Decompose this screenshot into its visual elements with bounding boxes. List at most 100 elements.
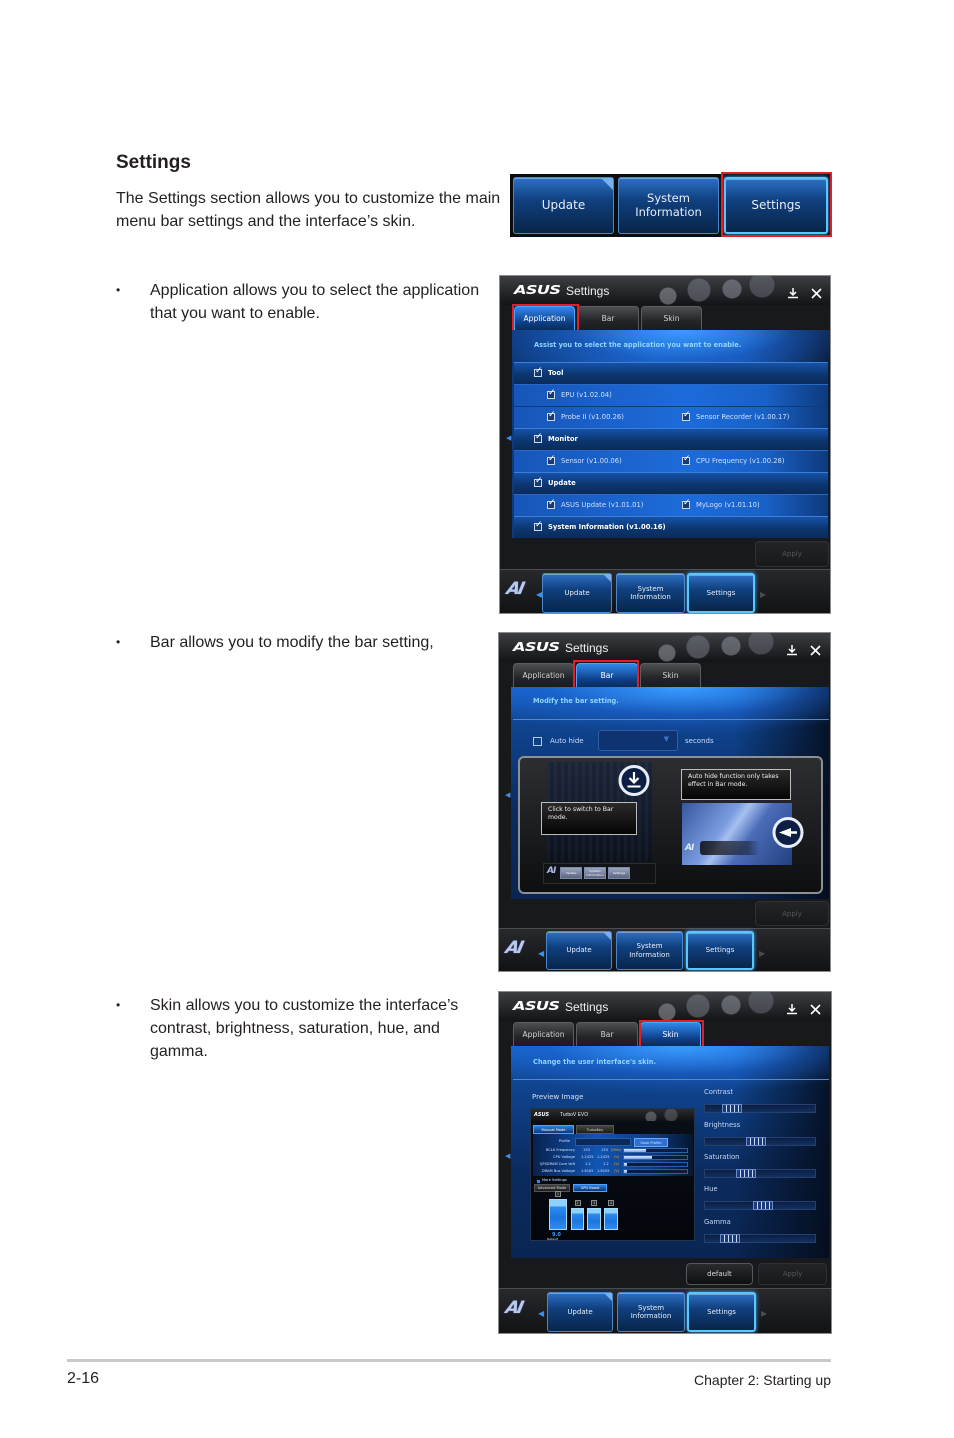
auto-hide-seconds-dropdown[interactable]: ▼ [598,730,678,751]
app-item-checkbox[interactable] [682,410,691,421]
bottom-system-information-button[interactable]: System Information [616,573,685,613]
skin-preview-image: ASUS TurboV EVO Manual Mode TurboKey Pro… [530,1108,695,1241]
app-group-checkbox[interactable] [534,520,543,531]
app-item-checkbox[interactable] [682,498,691,509]
app-group-checkbox[interactable] [534,432,543,443]
minimize-to-tray-icon[interactable] [787,284,799,299]
window-title-bar[interactable]: ASUS Settings [499,992,831,1021]
preview-tab-turbokey: TurboKey [576,1125,614,1134]
scroll-right-arrow-icon[interactable]: ▶ [761,1309,767,1318]
scroll-right-arrow-icon[interactable]: ▶ [760,590,766,599]
asus-logo: ASUS [514,283,561,297]
preview-bar [587,1208,601,1230]
auto-hide-checkbox[interactable] [533,737,542,746]
bullet-dot: • [116,998,121,1012]
update-button[interactable]: Update [513,177,614,234]
scroll-left-arrow-icon[interactable]: ◀ [538,949,544,958]
switch-to-bar-callout: Click to switch to Bar mode. [541,802,637,835]
preview-row-slider-fill [624,1156,653,1159]
apply-button[interactable]: Apply [758,1263,827,1285]
scroll-right-arrow-icon[interactable]: ▶ [759,949,765,958]
preview-row-label: CPU Voltage [553,1155,575,1159]
mini-ai-logo: AI [547,866,556,876]
switch-to-full-mode-icon[interactable] [772,816,804,853]
divider [513,719,829,720]
preview-asus-logo: ASUS [534,1112,550,1118]
mini-update-button: Update [560,867,582,879]
close-icon[interactable] [810,641,821,656]
preview-bar-label: 2 [574,1200,581,1206]
app-group-label: System Information (v1.00.16) [548,523,666,531]
scroll-left-arrow-icon[interactable]: ◀ [538,1309,544,1318]
app-item-checkbox[interactable] [547,410,556,421]
saturation-slider[interactable] [704,1169,816,1178]
bottom-update-button[interactable]: Update [542,573,612,613]
close-icon[interactable] [811,284,822,299]
apply-button[interactable]: Apply [755,541,829,567]
app-item-row: EPU (v1.02.04) [514,384,828,406]
collapse-left-arrow-icon[interactable]: ◀ [505,1152,510,1160]
bottom-system-information-button[interactable]: System Information [616,931,683,970]
preview-profile-label: Profile [558,1139,570,1143]
preview-bar-column: 1 [549,1191,567,1230]
window-title-bar[interactable]: ASUS Settings [500,276,830,305]
gamma-slider[interactable] [704,1234,816,1243]
preview-row-label: DRAM Bus Voltage [541,1169,575,1173]
preview-row-target: 1.2 [603,1162,609,1166]
system-information-button[interactable]: System Information [618,177,719,234]
app-group-checkbox[interactable] [534,366,543,377]
settings-window-skin: ASUS Settings Application Bar Skin Chang… [498,991,832,1334]
new-update-badge-icon [603,574,611,582]
brightness-slider[interactable] [704,1137,816,1146]
preview-row-slider-fill [624,1149,647,1152]
app-item-checkbox[interactable] [547,498,556,509]
preview-bar-label: 3 [591,1200,597,1206]
tab-application[interactable]: Application [513,663,574,687]
switch-to-bar-mode-icon[interactable] [618,764,650,801]
app-item-row: Probe II (v1.00.26) Sensor Recorder (v1.… [514,406,828,428]
app-item-label: EPU (v1.02.04) [561,391,612,399]
asus-logo: ASUS [513,999,560,1013]
preview-row-unit: (MHz) [611,1148,622,1152]
gamma-slider-thumb[interactable] [720,1234,741,1243]
system-information-label-line2: Information [635,204,702,219]
window-title-bar[interactable]: ASUS Settings [499,633,830,662]
bottom-settings-button[interactable]: Settings [687,1292,756,1332]
skin-description: Change the user interface's skin. [533,1058,656,1066]
bullet-text: Bar allows you to modify the bar setting… [150,634,434,651]
app-item-checkbox[interactable] [547,454,556,465]
close-icon[interactable] [810,1000,821,1015]
preview-row-label: QPI/DRAM Core Volt [539,1162,575,1166]
minimize-to-tray-icon[interactable] [786,1000,798,1015]
bottom-update-button[interactable]: Update [546,931,612,970]
tab-skin[interactable]: Skin [640,663,701,687]
contrast-slider-thumb[interactable] [722,1104,743,1113]
app-group-checkbox[interactable] [534,476,543,487]
preview-row-slider [623,1148,688,1153]
apply-button[interactable]: Apply [755,901,829,926]
collapse-left-arrow-icon[interactable]: ◀ [505,791,510,799]
bottom-update-button[interactable]: Update [547,1292,613,1332]
default-button[interactable]: default [686,1263,753,1285]
preview-row-current: 133 [583,1148,590,1152]
saturation-slider-thumb[interactable] [735,1169,756,1178]
mini-bar-preview: AI Update System Information Settings [543,863,656,884]
tab-application[interactable]: Application [513,1022,574,1046]
preview-tab-gpu-boost: GPU Boost [573,1184,607,1192]
bottom-settings-button[interactable]: Settings [686,931,754,970]
collapse-left-arrow-icon[interactable]: ◀ [506,434,511,442]
contrast-slider[interactable] [704,1104,816,1113]
app-item-checkbox[interactable] [547,388,556,399]
tab-skin[interactable]: Skin [641,306,702,330]
preview-save-profile-button: Save Profile [634,1138,668,1147]
app-item-label: ASUS Update (v1.01.01) [561,501,644,509]
hue-slider[interactable] [704,1201,816,1210]
app-item-checkbox[interactable] [682,454,691,465]
minimize-to-tray-icon[interactable] [786,641,798,656]
bottom-system-information-button[interactable]: System Information [617,1292,685,1332]
bottom-settings-button[interactable]: Settings [687,573,755,613]
brightness-slider-thumb[interactable] [746,1137,767,1146]
hue-slider-thumb[interactable] [752,1201,773,1210]
tab-bar[interactable]: Bar [576,1022,638,1046]
tab-bar[interactable]: Bar [577,306,639,330]
